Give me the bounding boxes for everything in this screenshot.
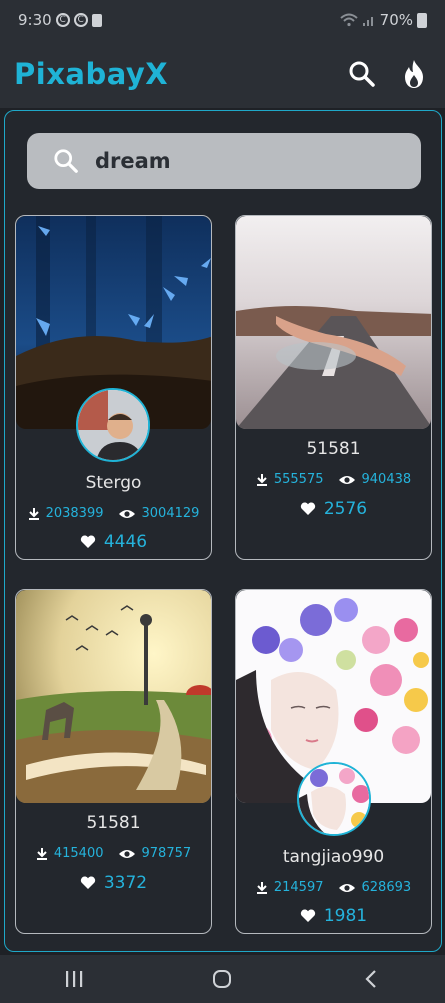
trending-button[interactable]: [399, 59, 429, 89]
download-stat: 555575: [256, 472, 324, 487]
card-username: 51581: [86, 813, 141, 833]
back-button[interactable]: [351, 959, 391, 999]
card-stats: 2038399 3004129: [16, 506, 211, 521]
download-stat: 415400: [36, 846, 104, 861]
likes-count: 3372: [103, 873, 148, 893]
battery-icon: [417, 12, 427, 28]
app-bar: PixabayX: [0, 40, 445, 108]
card-username: tangjiao990: [282, 847, 385, 867]
download-count: 2038399: [45, 506, 104, 521]
download-count: 214597: [273, 880, 324, 895]
views-stat: 978757: [118, 846, 192, 861]
likes-count: 4446: [103, 532, 148, 552]
notification-icon: C: [55, 13, 70, 27]
likes-stat: 1981: [236, 906, 431, 926]
home-icon: [213, 970, 232, 988]
eye-icon: [118, 509, 135, 518]
heart-icon: [300, 909, 316, 922]
search-button[interactable]: [347, 59, 377, 89]
user-avatar[interactable]: [297, 762, 371, 836]
search-input[interactable]: dream: [95, 149, 171, 173]
wifi-icon: [339, 13, 358, 27]
heart-icon: [80, 535, 96, 548]
system-nav-bar: [0, 955, 445, 1003]
user-avatar[interactable]: [76, 388, 150, 462]
views-count: 940438: [361, 472, 412, 487]
battery-percent: 70%: [379, 11, 413, 29]
status-right: 70%: [339, 11, 427, 29]
recent-apps-button[interactable]: [54, 959, 94, 999]
likes-count: 2576: [323, 499, 368, 519]
recent-apps-icon: [66, 971, 83, 987]
card-username: 51581: [306, 439, 361, 459]
card-stats: 415400 978757: [16, 846, 211, 861]
signal-icon: [362, 17, 373, 26]
eye-icon: [118, 849, 135, 858]
likes-count: 1981: [323, 906, 368, 926]
heart-icon: [300, 502, 316, 515]
status-bar: 9:30 C C 70%: [0, 0, 445, 40]
download-icon: [256, 881, 267, 894]
home-button[interactable]: [202, 959, 242, 999]
book-landscape-image[interactable]: [16, 590, 211, 803]
download-stat: 2038399: [28, 506, 104, 521]
card-username: Stergo: [85, 473, 142, 493]
notification-icon: C: [73, 13, 88, 27]
card-stats: 555575 940438: [236, 472, 431, 487]
status-left: 9:30 C C: [18, 11, 102, 29]
views-count: 628693: [361, 880, 412, 895]
status-time: 9:30: [18, 11, 52, 29]
back-icon: [365, 970, 376, 988]
swimmer-road-image[interactable]: [236, 216, 431, 429]
views-count: 978757: [141, 846, 192, 861]
views-stat: 628693: [338, 880, 412, 895]
app-title: PixabayX: [14, 57, 169, 91]
eye-icon: [338, 883, 355, 892]
results-panel[interactable]: dream Stergo 2038399 3004129 4446 51581 …: [4, 110, 442, 952]
image-card[interactable]: 51581 555575 940438 2576: [235, 215, 432, 560]
views-stat: 3004129: [118, 506, 200, 521]
image-card[interactable]: 51581 415400 978757 3372: [15, 589, 212, 934]
likes-stat: 4446: [16, 532, 211, 552]
search-icon: [349, 61, 375, 87]
views-stat: 940438: [338, 472, 412, 487]
search-icon: [54, 149, 78, 173]
download-count: 415400: [53, 846, 104, 861]
fire-icon: [405, 60, 423, 88]
app-bar-actions: [347, 59, 431, 89]
search-bar[interactable]: dream: [27, 133, 421, 189]
image-card[interactable]: tangjiao990 214597 628693 1981: [235, 589, 432, 934]
card-stats: 214597 628693: [236, 880, 431, 895]
likes-stat: 3372: [16, 873, 211, 893]
image-card[interactable]: Stergo 2038399 3004129 4446: [15, 215, 212, 560]
download-icon: [28, 507, 39, 520]
heart-icon: [80, 876, 96, 889]
likes-stat: 2576: [236, 499, 431, 519]
views-count: 3004129: [141, 506, 200, 521]
download-count: 555575: [273, 472, 324, 487]
eye-icon: [338, 475, 355, 484]
download-icon: [256, 473, 267, 486]
download-icon: [36, 847, 47, 860]
download-stat: 214597: [256, 880, 324, 895]
sim-icon: [91, 13, 102, 27]
